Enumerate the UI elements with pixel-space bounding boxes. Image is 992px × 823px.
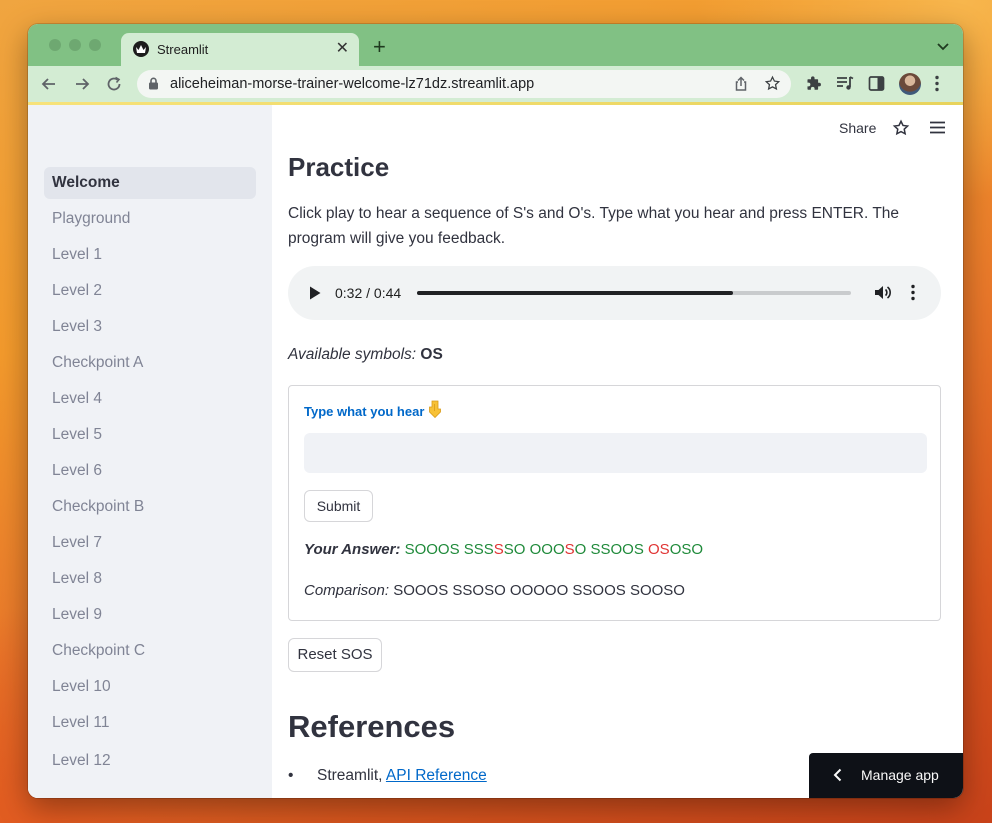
hamburger-menu-icon[interactable] (929, 121, 946, 139)
sidebar-item-checkpoint-c[interactable]: Checkpoint C (44, 635, 256, 667)
input-label: Type what you hear (304, 404, 425, 419)
your-answer: Your Answer: SOOOS SSSSSO OOOSO SSOOS OS… (304, 541, 703, 558)
sidebar-item-level-2[interactable]: Level 2 (44, 275, 256, 307)
sidebar-item-level-5[interactable]: Level 5 (44, 419, 256, 451)
api-reference-link[interactable]: API Reference (386, 767, 487, 784)
url-text: aliceheiman-morse-trainer-welcome-lz71dz… (170, 76, 535, 92)
answer-form: Type what you hear Submit Your Answer: S… (288, 385, 941, 621)
answer-segment-correct: SOOOS (404, 541, 464, 558)
profile-avatar[interactable] (899, 73, 921, 95)
sidebar-item-checkpoint-a[interactable]: Checkpoint A (44, 347, 256, 379)
sidebar-item-level-4[interactable]: Level 4 (44, 383, 256, 415)
answer-input[interactable] (304, 433, 927, 473)
available-symbols-label: Available symbols: (288, 346, 417, 363)
tab-title: Streamlit (157, 42, 209, 57)
sidebar-item-level-11[interactable]: Level 11 (44, 707, 256, 739)
answer-segment-wrong: S (493, 541, 504, 558)
tab-search-chevron-icon[interactable] (937, 38, 949, 56)
lock-icon[interactable] (148, 77, 159, 95)
sidebar-item-playground[interactable]: Playground (44, 203, 256, 235)
available-symbols-value: OS (420, 346, 443, 363)
browser-toolbar: aliceheiman-morse-trainer-welcome-lz71dz… (28, 66, 963, 102)
comparison-label: Comparison: (304, 582, 390, 599)
reference-list-item: • Streamlit, API Reference (288, 767, 487, 784)
sidebar-item-level-10[interactable]: Level 10 (44, 671, 256, 703)
reload-icon[interactable] (105, 75, 123, 98)
references-heading: References (288, 709, 456, 744)
intro-text: Click play to hear a sequence of S's and… (288, 205, 900, 247)
back-arrow-icon[interactable] (40, 75, 58, 98)
manage-app-label: Manage app (861, 767, 939, 783)
sidebar-item-level-1[interactable]: Level 1 (44, 239, 256, 271)
sidebar-item-level-12[interactable]: Level 12 (44, 745, 256, 777)
tab-strip: Streamlit ✕ + (28, 24, 963, 66)
sidebar-item-level-6[interactable]: Level 6 (44, 455, 256, 487)
answer-segment-wrong: OS (648, 541, 670, 558)
browser-window: Streamlit ✕ + aliceheiman-morse-trainer-… (28, 24, 963, 798)
minimize-window-button[interactable] (69, 39, 81, 51)
answer-segment-correct: O SSOOS (574, 541, 649, 558)
sidebar-item-level-3[interactable]: Level 3 (44, 311, 256, 343)
reference-prefix: Streamlit, (317, 767, 386, 784)
sidebar-item-level-8[interactable]: Level 8 (44, 563, 256, 595)
bookmark-star-icon[interactable] (764, 75, 781, 97)
streamlit-favicon-icon (133, 41, 149, 57)
zoom-window-button[interactable] (89, 39, 101, 51)
browser-menu-kebab-icon[interactable] (934, 75, 940, 97)
close-tab-icon[interactable]: ✕ (336, 40, 349, 58)
manage-app-button[interactable]: Manage app (809, 753, 963, 798)
sidebar: Welcome Playground Level 1 Level 2 Level… (28, 105, 272, 798)
audio-progress-fill (417, 291, 733, 295)
submit-button[interactable]: Submit (304, 490, 373, 522)
point-down-icon (427, 400, 443, 423)
chevron-left-icon (833, 768, 842, 787)
reset-sos-button[interactable]: Reset SOS (288, 638, 382, 672)
sidebar-item-level-9[interactable]: Level 9 (44, 599, 256, 631)
browser-tab[interactable]: Streamlit ✕ (121, 33, 359, 66)
share-page-icon[interactable] (733, 76, 749, 97)
audio-player[interactable]: 0:32 / 0:44 (288, 266, 941, 320)
extensions-puzzle-icon[interactable] (805, 75, 822, 97)
audio-more-options-icon[interactable] (910, 284, 916, 306)
your-answer-label: Your Answer: (304, 541, 401, 558)
answer-segment-correct: OSO (669, 541, 704, 558)
page-content: Welcome Playground Level 1 Level 2 Level… (28, 105, 963, 798)
share-button[interactable]: Share (839, 120, 876, 136)
side-panel-icon[interactable] (868, 75, 885, 97)
address-bar[interactable]: aliceheiman-morse-trainer-welcome-lz71dz… (137, 70, 791, 98)
close-window-button[interactable] (49, 39, 61, 51)
answer-segment-correct: SO OOO (503, 541, 565, 558)
sidebar-item-welcome[interactable]: Welcome (44, 167, 256, 199)
media-queue-icon[interactable] (836, 75, 854, 97)
sidebar-item-checkpoint-b[interactable]: Checkpoint B (44, 491, 256, 523)
play-icon[interactable] (309, 286, 321, 305)
forward-arrow-icon[interactable] (73, 75, 91, 98)
answer-segment-correct: SSS (463, 541, 494, 558)
audio-seek-slider[interactable] (417, 291, 851, 295)
sidebar-item-level-7[interactable]: Level 7 (44, 527, 256, 559)
favorite-star-icon[interactable] (892, 119, 910, 142)
comparison: Comparison: SOOOS SSOSO OOOOO SSOOS SOOS… (304, 582, 685, 599)
available-symbols: Available symbols: OS (288, 346, 443, 364)
volume-icon[interactable] (874, 284, 892, 306)
answer-segment-wrong: S (564, 541, 575, 558)
practice-heading: Practice (288, 152, 390, 182)
answer-feedback: SOOOS SSSSSO OOOSO SSOOS OSOSO (405, 541, 703, 558)
new-tab-button[interactable]: + (373, 36, 386, 58)
main-panel: Share Practice Click play to hear a sequ… (272, 105, 963, 798)
audio-time: 0:32 / 0:44 (335, 285, 402, 301)
comparison-value: SOOOS SSOSO OOOOO SSOOS SOOSO (393, 582, 685, 599)
